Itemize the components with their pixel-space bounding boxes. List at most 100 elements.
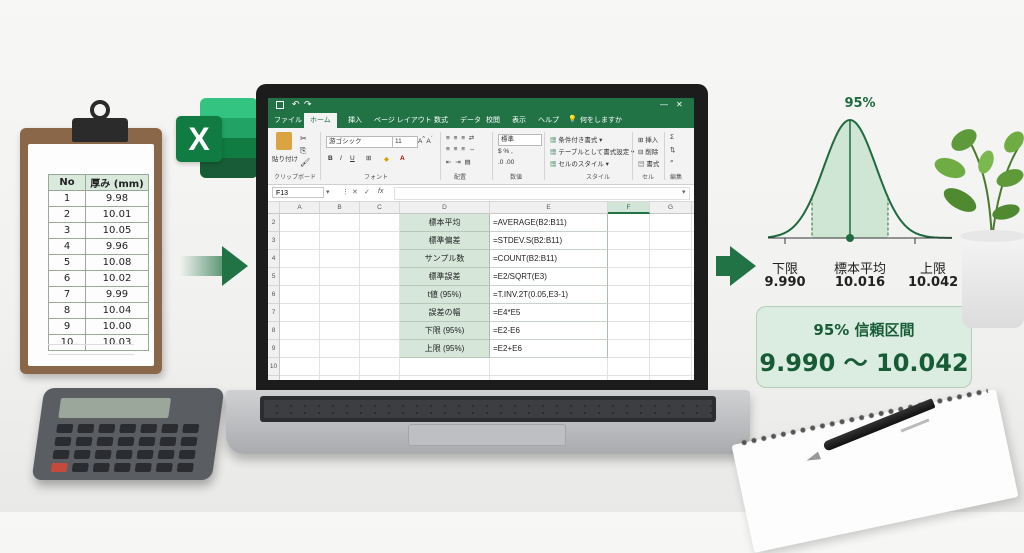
font-color-icon[interactable]: A — [400, 155, 405, 162]
label-cell[interactable]: 誤差の幅 — [400, 304, 490, 322]
formula-cell[interactable]: =STDEV.S(B2:B11) — [490, 232, 608, 250]
formula-cell[interactable]: =COUNT(B2:B11) — [490, 250, 608, 268]
tab-data[interactable]: データ — [460, 115, 481, 125]
cancel-icon[interactable]: ✕ — [352, 188, 358, 196]
enter-icon[interactable]: ✓ — [364, 188, 370, 196]
grid-cell[interactable] — [650, 358, 692, 376]
row-header[interactable]: 6 — [268, 286, 280, 304]
copy-icon[interactable]: ⎘ — [300, 146, 306, 156]
autosum-icon[interactable]: Σ — [670, 134, 674, 141]
grid-cell[interactable] — [320, 232, 360, 250]
label-cell[interactable]: 上限 (95%) — [400, 340, 490, 358]
grid-cell[interactable] — [608, 376, 650, 380]
grid-cell[interactable] — [360, 304, 400, 322]
grid-cell[interactable] — [650, 322, 692, 340]
namebox-dropdown-icon[interactable]: ▾ — [326, 188, 330, 196]
find-icon[interactable]: ⌕ — [670, 158, 674, 166]
column-header-h[interactable]: H — [692, 202, 694, 214]
grid-cell[interactable] — [360, 250, 400, 268]
grid-cell[interactable] — [650, 340, 692, 358]
grid-cell[interactable] — [320, 268, 360, 286]
column-header-e[interactable]: E — [490, 202, 608, 214]
row-header[interactable]: 8 — [268, 322, 280, 340]
tab-help[interactable]: ヘルプ — [538, 115, 559, 125]
grid-cell[interactable] — [650, 268, 692, 286]
row-header[interactable]: 10 — [268, 358, 280, 376]
label-cell[interactable]: 下限 (95%) — [400, 322, 490, 340]
grid-cell[interactable] — [608, 340, 650, 358]
column-header-b[interactable]: B — [320, 202, 360, 214]
undo-icon[interactable]: ↶ — [292, 99, 300, 110]
currency-percent-icons[interactable]: $ % , — [498, 148, 513, 155]
cut-icon[interactable]: ✂ — [300, 134, 307, 143]
grid-cell[interactable] — [320, 214, 360, 232]
row-header[interactable]: 11 — [268, 376, 280, 380]
grid-cell[interactable] — [280, 322, 320, 340]
row-header[interactable]: 5 — [268, 268, 280, 286]
indent-icons[interactable]: ⇤ ⇥ ▤ — [446, 158, 472, 166]
label-cell[interactable]: サンプル数 — [400, 250, 490, 268]
column-header-a[interactable]: A — [280, 202, 320, 214]
tab-insert[interactable]: 挿入 — [348, 115, 362, 125]
font-name-select[interactable]: 游ゴシック — [326, 136, 394, 148]
label-cell[interactable]: 標準偏差 — [400, 232, 490, 250]
grid-cell[interactable] — [400, 358, 490, 376]
grid-cell[interactable] — [650, 250, 692, 268]
grid-cell[interactable] — [608, 286, 650, 304]
row-header[interactable]: 4 — [268, 250, 280, 268]
column-header-c[interactable]: C — [360, 202, 400, 214]
table-format-button[interactable]: ▦ テーブルとして書式設定 ▾ — [550, 146, 634, 156]
grid-cell[interactable] — [280, 376, 320, 380]
grid-cell[interactable] — [608, 304, 650, 322]
tab-review[interactable]: 校閲 — [486, 115, 500, 125]
delete-cells-button[interactable]: ⊟ 削除 — [638, 146, 658, 156]
formula-cell[interactable]: =E2/SQRT(E3) — [490, 268, 608, 286]
grid-cell[interactable] — [608, 232, 650, 250]
grid-cell[interactable] — [280, 340, 320, 358]
insert-cells-button[interactable]: ⊞ 挿入 — [638, 134, 658, 144]
grid-cell[interactable] — [692, 376, 694, 380]
grid-cell[interactable] — [650, 376, 692, 380]
grid-cell[interactable] — [360, 232, 400, 250]
align-top-icons[interactable]: ≡ ≡ ≡ ⇄ — [446, 134, 475, 142]
function-icon[interactable]: fx — [378, 188, 383, 195]
label-cell[interactable]: 標準誤差 — [400, 268, 490, 286]
label-cell[interactable]: 標本平均 — [400, 214, 490, 232]
row-header[interactable]: 9 — [268, 340, 280, 358]
column-header-g[interactable]: G — [650, 202, 692, 214]
grid-cell[interactable] — [360, 286, 400, 304]
grid-cell[interactable] — [280, 214, 320, 232]
grid-cell[interactable] — [360, 322, 400, 340]
grid-cell[interactable] — [280, 250, 320, 268]
label-cell[interactable]: t値 (95%) — [400, 286, 490, 304]
grid-cell[interactable] — [320, 340, 360, 358]
row-header[interactable]: 7 — [268, 304, 280, 322]
formula-cell[interactable]: =T.INV.2T(0.05,E3-1) — [490, 286, 608, 304]
tab-formulas[interactable]: 数式 — [434, 115, 448, 125]
align-center-icons[interactable]: ≡ ≡ ≡ ⇔ — [446, 146, 476, 153]
grid-cell[interactable] — [360, 358, 400, 376]
close-icon[interactable]: ✕ — [676, 100, 683, 109]
formula-cell[interactable]: =E2-E6 — [490, 322, 608, 340]
grid-cell[interactable] — [280, 232, 320, 250]
fill-color-icon[interactable]: ◆ — [384, 155, 389, 163]
grid-cell[interactable] — [400, 376, 490, 380]
tab-page-layout[interactable]: ページ レイアウト — [374, 115, 432, 125]
grid-cell[interactable] — [650, 214, 692, 232]
grid-cell[interactable] — [490, 376, 608, 380]
grid-cell[interactable] — [360, 268, 400, 286]
grid-cell[interactable] — [650, 286, 692, 304]
row-header[interactable]: 2 — [268, 214, 280, 232]
name-box[interactable]: F13 — [272, 187, 324, 198]
bold-button[interactable]: B — [328, 155, 333, 162]
paste-icon[interactable] — [276, 132, 292, 150]
grid-cell[interactable] — [320, 250, 360, 268]
formula-cell[interactable]: =E2+E6 — [490, 340, 608, 358]
grid-cell[interactable] — [280, 268, 320, 286]
grow-font-icon[interactable]: A^ Aˇ — [418, 136, 433, 145]
grid-cell[interactable] — [608, 358, 650, 376]
grid-cell[interactable] — [360, 214, 400, 232]
format-painter-icon[interactable]: 🖌 — [300, 158, 310, 167]
grid-cell[interactable] — [280, 304, 320, 322]
grid-cell[interactable] — [608, 322, 650, 340]
